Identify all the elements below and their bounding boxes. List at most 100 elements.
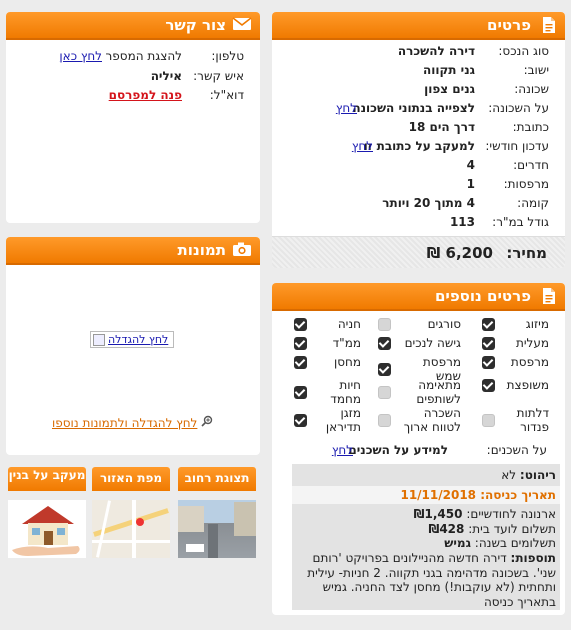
feature-checkbox[interactable]	[378, 385, 391, 399]
photos-panel: תמונות לחץ להגדלה לחץ להגדלה ולתמונות נו…	[6, 237, 260, 455]
street-view-tile[interactable]: תצוגת רחוב	[178, 467, 256, 558]
building-watch-tile[interactable]: מעקב על בנין	[8, 467, 86, 558]
feature-label: סורגים	[427, 317, 461, 331]
feature-item: משופצת	[482, 378, 549, 392]
feature-label: מתאימה לשותפים	[416, 378, 461, 406]
show-phone-link[interactable]: לחץ כאן	[59, 49, 102, 63]
feature-checkbox[interactable]	[482, 336, 495, 350]
feature-label: מיזוג	[525, 317, 549, 331]
detail-value: גני תקווה	[422, 63, 475, 77]
feature-label: מרפסת	[510, 355, 549, 369]
detail-label: סוג הנכס:	[498, 44, 549, 58]
furniture-row: ריהוט: לא	[501, 468, 556, 482]
main-photo[interactable]: לחץ להגדלה	[90, 331, 174, 348]
feature-label: חיות מחמד	[330, 378, 361, 406]
details-header: פרטים	[272, 12, 565, 40]
phone-text: להצגת המספר	[105, 49, 182, 63]
detail-label: מרפסות:	[503, 177, 549, 191]
feature-checkbox[interactable]	[294, 336, 307, 350]
info-box: ריהוט: לא תאריך כניסה: 11/11/2018 ארנונה…	[292, 464, 560, 610]
magnifier-icon	[201, 415, 213, 430]
feature-label: מזגן תדיראן	[325, 406, 361, 434]
building-watch-thumbnail[interactable]	[8, 500, 86, 558]
price-label: מחיר:	[506, 244, 547, 262]
area-map-title: מפת האזור	[92, 467, 170, 491]
street-view-title: תצוגת רחוב	[178, 467, 256, 491]
extra-details-title: פרטים נוספים	[434, 287, 531, 305]
feature-item: מרפסת	[482, 355, 549, 369]
contact-header: צור קשר	[6, 12, 260, 40]
feature-label: ממ"ד	[332, 336, 361, 350]
feature-label: גישה לנכים	[404, 336, 461, 350]
neighbors-link[interactable]: לחץ	[332, 443, 353, 457]
extra-details-header: פרטים נוספים	[272, 283, 565, 311]
feature-checkbox[interactable]	[482, 355, 495, 369]
detail-value: לצפייה בנתוני השכונה	[352, 101, 475, 115]
detail-value: 4 מתוך 20 ויותר	[382, 196, 475, 210]
feature-item: גישה לנכים	[378, 336, 461, 350]
feature-item: דלתות פנדור	[482, 406, 549, 434]
photos-title: תמונות	[177, 241, 226, 259]
feature-item: חיות מחמד	[294, 378, 361, 406]
vaad-row: תשלום לועד בית: ₪428	[428, 521, 556, 536]
detail-value: דרך הים 18	[408, 120, 475, 134]
neighbors-value: למידע על השכנים	[348, 443, 448, 457]
map-pin-icon	[136, 518, 144, 526]
details-title: פרטים	[487, 16, 531, 34]
detail-value: 4	[466, 158, 475, 172]
camera-icon	[233, 241, 252, 259]
feature-label: מעלית	[515, 336, 549, 350]
detail-label: עדכון חודשי:	[485, 139, 549, 153]
detail-label: שכונה:	[514, 82, 549, 96]
email-label: דוא"ל:	[209, 88, 244, 102]
enlarge-image-text: לחץ להגדלה	[108, 333, 169, 346]
feature-item: סורגים	[378, 317, 461, 331]
additions-row: תוספות: דירה חדשה מהניילונים בפרויקט 'רו…	[307, 550, 556, 609]
feature-checkbox[interactable]	[378, 317, 391, 331]
arnona-row: ארנונה לחודשיים: ₪1,450	[413, 507, 556, 522]
feature-label: מחסן	[333, 355, 361, 369]
feature-checkbox[interactable]	[482, 378, 495, 392]
detail-value: 1	[466, 177, 475, 191]
area-map-tile[interactable]: מפת האזור	[92, 467, 170, 558]
feature-checkbox[interactable]	[294, 355, 307, 369]
feature-item: מיזוג	[482, 317, 549, 331]
detail-value: דירה להשכרה	[397, 44, 475, 58]
feature-checkbox[interactable]	[482, 413, 495, 427]
feature-checkbox[interactable]	[294, 385, 307, 399]
contact-title: צור קשר	[165, 16, 226, 34]
building-watch-title: מעקב על בנין	[8, 467, 86, 491]
detail-label: על השכונה:	[488, 101, 549, 115]
person-value: איליה	[150, 69, 182, 83]
street-view-thumbnail[interactable]	[178, 500, 256, 558]
feature-item: חניה	[294, 317, 361, 331]
feature-item: ממ"ד	[294, 336, 361, 350]
details-panel: פרטים סוג הנכס: דירה להשכרה ישוב: גני תקווה…	[272, 12, 565, 268]
contact-panel: צור קשר טלפון: להצגת המספר לחץ כאן איש ק…	[6, 12, 260, 223]
feature-checkbox[interactable]	[294, 317, 307, 331]
area-map-thumbnail[interactable]	[92, 500, 170, 558]
phone-label: טלפון:	[211, 49, 244, 63]
detail-link[interactable]: לחץ	[352, 139, 373, 153]
more-photos[interactable]: לחץ להגדלה ולתמונות נוספו	[52, 415, 213, 430]
document-icon	[539, 16, 557, 34]
feature-checkbox[interactable]	[378, 413, 391, 427]
detail-value: למעקב על כתובת זו	[363, 139, 475, 153]
feature-checkbox[interactable]	[378, 336, 391, 350]
detail-label: קומה:	[517, 196, 549, 210]
feature-checkbox[interactable]	[294, 413, 307, 427]
more-photos-link[interactable]: לחץ להגדלה ולתמונות נוספו	[52, 416, 197, 430]
person-label: איש קשר:	[193, 69, 244, 83]
extra-details-panel: פרטים נוספים מיזוג סורגים חניה מעלית גישה לנ…	[272, 283, 565, 615]
feature-checkbox[interactable]	[482, 317, 495, 331]
feature-item: מחסן	[294, 355, 361, 369]
envelope-icon	[232, 16, 252, 34]
detail-value: גנים צפון	[424, 82, 475, 96]
payments-row: תשלומים בשנה: גמיש	[444, 536, 556, 551]
house-in-hand-icon	[12, 506, 80, 556]
feature-checkbox[interactable]	[378, 362, 391, 376]
feature-label: משופצת	[506, 378, 549, 392]
contact-advertiser-link[interactable]: פנה למפרסם	[109, 88, 182, 102]
feature-item: מעלית	[482, 336, 549, 350]
detail-link[interactable]: לחץ	[336, 101, 357, 115]
